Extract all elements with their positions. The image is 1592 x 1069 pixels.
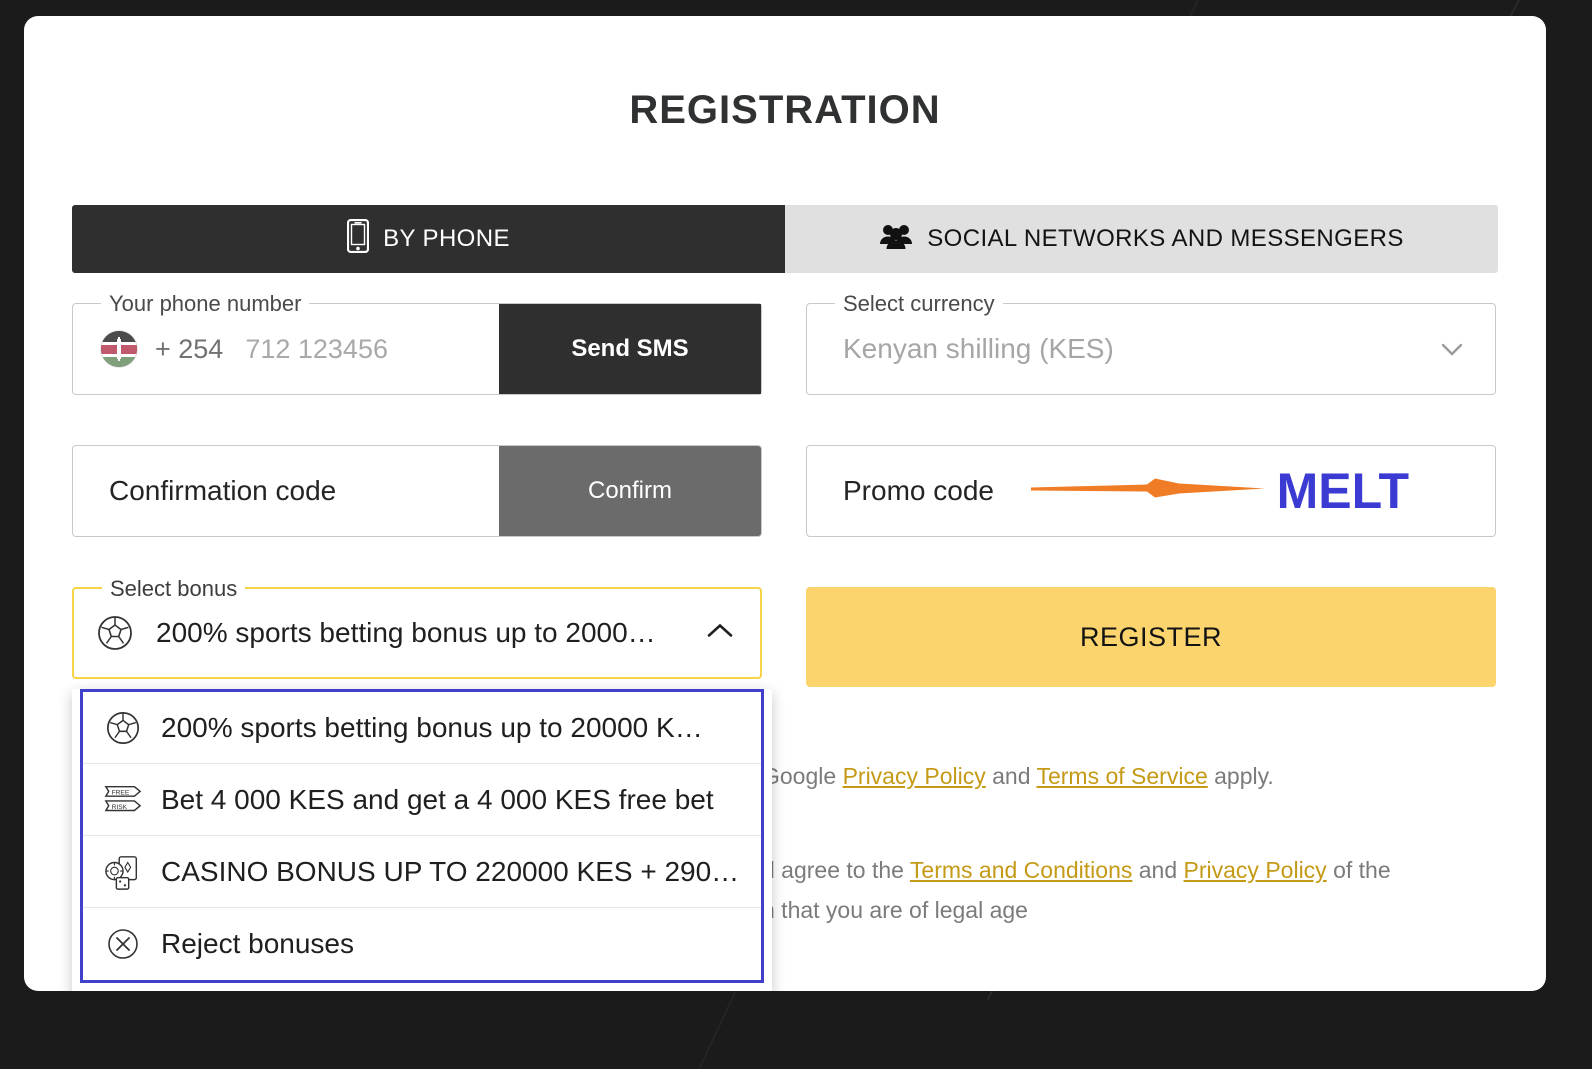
select-bonus-field[interactable]: Select bonus 200% sports betting bonus u… xyxy=(72,576,762,679)
promo-code-placeholder: Promo code xyxy=(843,475,994,506)
legal-text-block: Google Privacy Policy and Terms of Servi… xyxy=(762,756,1532,930)
phone-number-legend: Your phone number xyxy=(101,292,310,316)
terms-privacy-policy-link[interactable]: Privacy Policy xyxy=(1184,857,1327,883)
terms-suffix: of the xyxy=(1326,857,1391,883)
send-sms-button[interactable]: Send SMS xyxy=(499,304,761,394)
tab-social-networks-label: SOCIAL NETWORKS AND MESSENGERS xyxy=(927,225,1404,252)
kenya-flag-icon xyxy=(101,331,137,367)
register-button-wrap: REGISTER xyxy=(806,587,1496,687)
recaptcha-disclaimer: Google Privacy Policy and Terms of Servi… xyxy=(762,756,1532,796)
bonus-option-free-bet[interactable]: FREE RISK Bet 4 000 KES and get a 4 000 … xyxy=(83,764,761,836)
bonus-option-label: CASINO BONUS UP TO 220000 KES + 290… xyxy=(161,855,740,887)
people-group-icon xyxy=(879,223,913,256)
bonus-option-label: Reject bonuses xyxy=(161,928,355,959)
recaptcha-prefix: Google xyxy=(762,763,843,789)
bonus-option-casino[interactable]: CASINO BONUS UP TO 220000 KES + 290… xyxy=(83,836,761,908)
mobile-phone-icon xyxy=(346,218,370,260)
form-grid: Your phone number + 254 712 123456 Send … xyxy=(72,292,1498,687)
arrow-right-annotation xyxy=(1029,471,1269,512)
bonus-option-label: 200% sports betting bonus up to 20000 K… xyxy=(161,711,703,743)
phone-number-field[interactable]: Your phone number + 254 712 123456 Send … xyxy=(72,292,762,395)
page-title: REGISTRATION xyxy=(629,88,941,132)
confirmation-code-field[interactable]: Confirmation code Confirm xyxy=(72,445,762,537)
currency-selected-value: Kenyan shilling (KES) xyxy=(843,333,1114,364)
tab-social-networks[interactable]: SOCIAL NETWORKS AND MESSENGERS xyxy=(785,205,1498,273)
recaptcha-suffix: apply. xyxy=(1207,763,1274,789)
terms-agreement-text: d agree to the Terms and Conditions and … xyxy=(762,850,1532,930)
confirm-button[interactable]: Confirm xyxy=(499,446,761,536)
confirmation-code-placeholder: Confirmation code xyxy=(109,475,337,506)
bonus-option-sports[interactable]: 200% sports betting bonus up to 20000 K… xyxy=(83,692,761,764)
free-risk-ticket-icon: FREE RISK xyxy=(101,783,145,817)
register-button[interactable]: REGISTER xyxy=(806,587,1496,687)
currency-legend: Select currency xyxy=(835,292,1003,316)
registration-card: REGISTRATION BY PHONE SOCIAL NETWORKS AN… xyxy=(24,16,1546,991)
chevron-up-icon[interactable] xyxy=(704,620,736,647)
circle-x-icon xyxy=(101,926,145,962)
recaptcha-mid: and xyxy=(985,763,1037,789)
registration-method-tabs: BY PHONE SOCIAL NETWORKS AND MESSENGERS xyxy=(72,205,1498,273)
phone-dial-code: + 254 xyxy=(155,333,224,364)
terms-and-conditions-link[interactable]: Terms and Conditions xyxy=(910,857,1132,883)
soccer-ball-icon xyxy=(101,710,145,746)
bonus-option-label: Bet 4 000 KES and get a 4 000 KES free b… xyxy=(161,783,714,815)
phone-number-placeholder: 712 123456 xyxy=(245,333,388,364)
select-bonus-selected-label: 200% sports betting bonus up to 2000… xyxy=(156,617,656,648)
recaptcha-privacy-policy-link[interactable]: Privacy Policy xyxy=(843,763,986,789)
terms-prefix: d agree to the xyxy=(762,857,910,883)
terms-second-line: n that you are of legal age xyxy=(762,897,1028,923)
chevron-down-icon[interactable] xyxy=(1439,336,1465,362)
promo-code-field[interactable]: Promo code MELT xyxy=(806,445,1496,537)
tab-by-phone[interactable]: BY PHONE xyxy=(72,205,785,273)
promo-code-annotation-text: MELT xyxy=(1276,463,1409,519)
terms-mid: and xyxy=(1132,857,1184,883)
casino-chip-cards-icon xyxy=(101,853,145,891)
svg-text:FREE: FREE xyxy=(112,789,130,796)
recaptcha-terms-of-service-link[interactable]: Terms of Service xyxy=(1036,763,1207,789)
bonus-dropdown: 200% sports betting bonus up to 20000 K…… xyxy=(72,689,772,991)
currency-select-field[interactable]: Select currency Kenyan shilling (KES) xyxy=(806,292,1496,395)
bonus-dropdown-list: 200% sports betting bonus up to 20000 K…… xyxy=(80,689,764,983)
soccer-ball-icon xyxy=(96,614,134,652)
bonus-option-reject[interactable]: Reject bonuses xyxy=(83,908,761,980)
tab-by-phone-label: BY PHONE xyxy=(383,225,510,252)
svg-text:RISK: RISK xyxy=(112,804,128,811)
select-bonus-legend: Select bonus xyxy=(102,576,246,602)
